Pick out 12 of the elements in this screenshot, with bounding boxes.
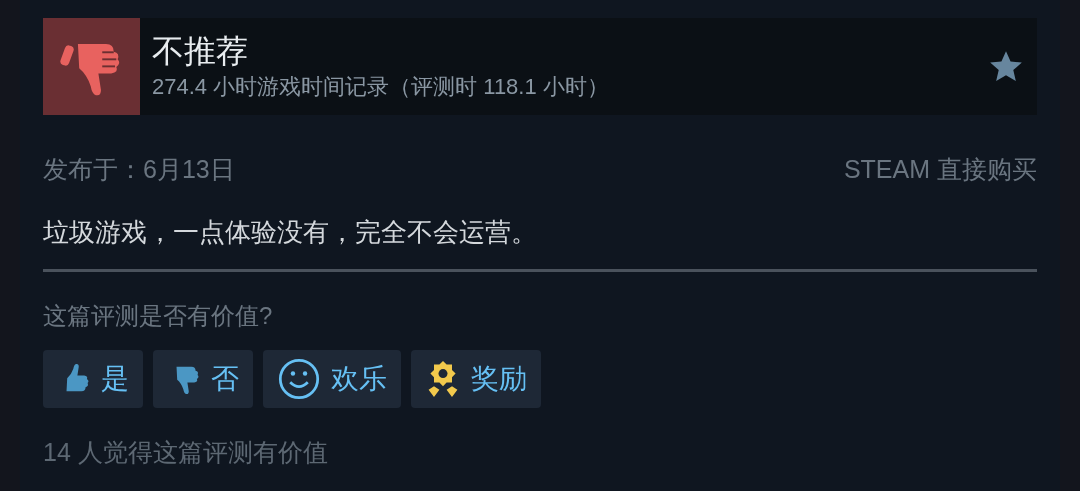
posted-date: 发布于：6月13日 — [43, 154, 235, 185]
purchase-source: STEAM 直接购买 — [843, 154, 1037, 185]
award-button[interactable]: 奖励 — [411, 350, 541, 408]
smiley-icon — [277, 357, 321, 401]
helpful-count: 14 人觉得这篇评测有价值 — [43, 437, 329, 468]
yes-button[interactable]: 是 — [43, 350, 143, 408]
funny-button[interactable]: 欢乐 — [263, 350, 401, 408]
playtime-text: 274.4 小时游戏时间记录（评测时 118.1 小时） — [152, 72, 610, 101]
helpful-question: 这篇评测是否有价值? — [43, 301, 274, 331]
no-button[interactable]: 否 — [153, 350, 253, 408]
review-text: 垃圾游戏，一点体验没有，完全不会运营。 — [43, 216, 538, 249]
verdict-title: 不推荐 — [152, 31, 249, 71]
